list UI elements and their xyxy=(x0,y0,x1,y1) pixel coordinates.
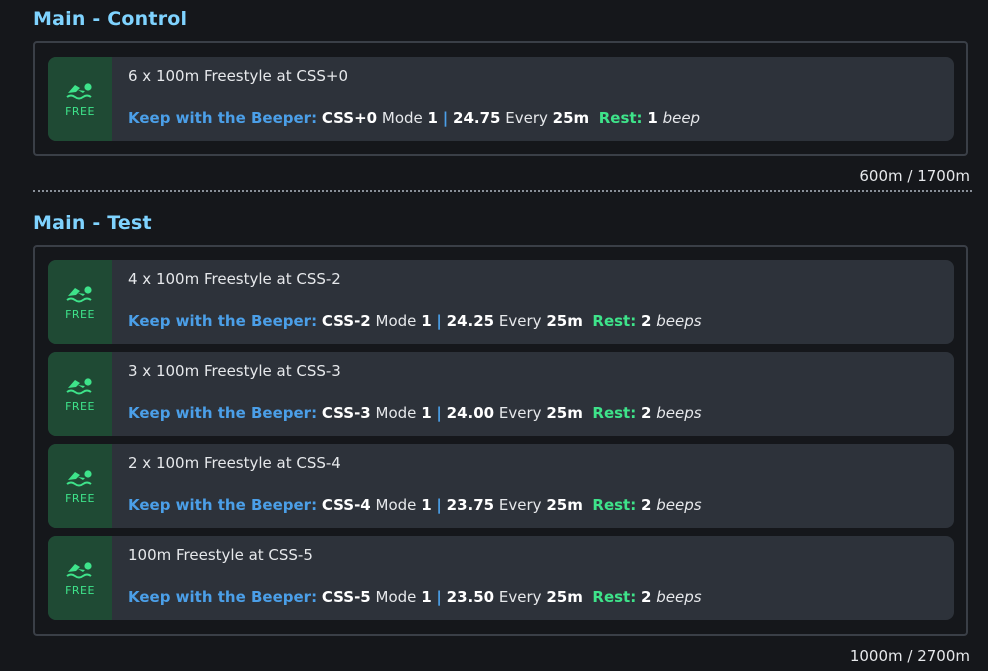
set-description: 100m Freestyle at CSS-5 xyxy=(128,546,313,564)
beeper-label: Keep with the Beeper: xyxy=(128,404,318,422)
css-value: CSS-4 xyxy=(321,496,371,514)
rest-unit: beeps xyxy=(656,404,702,422)
swimmer-icon xyxy=(66,82,92,99)
rest-unit: beeps xyxy=(656,312,702,330)
every-label: Every xyxy=(498,588,542,606)
rest-label: Rest: xyxy=(592,404,637,422)
stroke-badge: FREE xyxy=(48,57,112,141)
mode-label: Mode xyxy=(381,109,423,127)
set-row[interactable]: FREE 6 x 100m Freestyle at CSS+0 Keep wi… xyxy=(48,57,954,141)
rest-value: 1 xyxy=(647,109,658,127)
stroke-badge-label: FREE xyxy=(65,583,95,597)
beeper-instructions: Keep with the Beeper: CSS-3 Mode 1 | 24.… xyxy=(128,404,702,422)
section-divider xyxy=(33,190,972,192)
pace-value: 24.00 xyxy=(446,404,495,422)
stroke-badge-label: FREE xyxy=(65,307,95,321)
rest-unit: beeps xyxy=(656,588,702,606)
rest-unit: beeps xyxy=(656,496,702,514)
section-total-distance: 1000m / 2700m xyxy=(849,647,970,665)
beeper-label: Keep with the Beeper: xyxy=(128,312,318,330)
rest-label: Rest: xyxy=(598,109,643,127)
every-label: Every xyxy=(505,109,548,127)
pace-value: 24.25 xyxy=(446,312,495,330)
every-label: Every xyxy=(498,404,542,422)
set-group-main-test: FREE 4 x 100m Freestyle at CSS-2 Keep wi… xyxy=(33,245,968,636)
separator: | xyxy=(436,588,442,606)
stroke-badge: FREE xyxy=(48,536,112,620)
mode-value: 1 xyxy=(421,312,432,330)
mode-label: Mode xyxy=(375,312,417,330)
rest-label: Rest: xyxy=(592,312,637,330)
section-title-main-test: Main - Test xyxy=(33,212,152,234)
set-description: 3 x 100m Freestyle at CSS-3 xyxy=(128,362,341,380)
set-row[interactable]: FREE 2 x 100m Freestyle at CSS-4 Keep wi… xyxy=(48,444,954,528)
set-description: 2 x 100m Freestyle at CSS-4 xyxy=(128,454,341,472)
set-row[interactable]: FREE 100m Freestyle at CSS-5 Keep with t… xyxy=(48,536,954,620)
beeper-instructions: Keep with the Beeper: CSS-5 Mode 1 | 23.… xyxy=(128,588,702,606)
beeper-label: Keep with the Beeper: xyxy=(128,588,318,606)
section-title-main-control: Main - Control xyxy=(33,8,188,30)
set-group-main-control: FREE 6 x 100m Freestyle at CSS+0 Keep wi… xyxy=(33,41,968,156)
beeper-instructions: Keep with the Beeper: CSS-2 Mode 1 | 24.… xyxy=(128,312,702,330)
stroke-badge-label: FREE xyxy=(65,104,95,118)
swimmer-icon xyxy=(66,285,92,302)
swimmer-icon xyxy=(66,377,92,394)
stroke-badge-label: FREE xyxy=(65,491,95,505)
mode-label: Mode xyxy=(375,496,417,514)
stroke-badge-label: FREE xyxy=(65,399,95,413)
rest-value: 2 xyxy=(641,312,652,330)
section-total-distance: 600m / 1700m xyxy=(859,167,970,185)
every-value: 25m xyxy=(546,496,583,514)
mode-label: Mode xyxy=(375,588,417,606)
pace-value: 24.75 xyxy=(453,109,501,127)
mode-value: 1 xyxy=(421,404,432,422)
mode-value: 1 xyxy=(421,588,432,606)
rest-label: Rest: xyxy=(592,496,637,514)
swimmer-icon xyxy=(66,469,92,486)
stroke-badge: FREE xyxy=(48,352,112,436)
stroke-badge: FREE xyxy=(48,444,112,528)
css-value: CSS-2 xyxy=(321,312,371,330)
every-label: Every xyxy=(498,496,542,514)
mode-value: 1 xyxy=(427,109,438,127)
rest-unit: beep xyxy=(662,109,701,127)
rest-label: Rest: xyxy=(592,588,637,606)
beeper-instructions: Keep with the Beeper: CSS+0 Mode 1 | 24.… xyxy=(128,109,700,127)
set-row[interactable]: FREE 4 x 100m Freestyle at CSS-2 Keep wi… xyxy=(48,260,954,344)
separator: | xyxy=(436,496,442,514)
every-value: 25m xyxy=(546,312,583,330)
separator: | xyxy=(436,404,442,422)
beeper-instructions: Keep with the Beeper: CSS-4 Mode 1 | 23.… xyxy=(128,496,702,514)
separator: | xyxy=(442,109,449,127)
beeper-label: Keep with the Beeper: xyxy=(128,496,318,514)
rest-value: 2 xyxy=(641,404,652,422)
set-description: 4 x 100m Freestyle at CSS-2 xyxy=(128,270,341,288)
pace-value: 23.50 xyxy=(446,588,495,606)
mode-label: Mode xyxy=(375,404,417,422)
pace-value: 23.75 xyxy=(446,496,495,514)
every-label: Every xyxy=(498,312,542,330)
every-value: 25m xyxy=(552,109,590,127)
separator: | xyxy=(436,312,442,330)
every-value: 25m xyxy=(546,588,583,606)
set-row[interactable]: FREE 3 x 100m Freestyle at CSS-3 Keep wi… xyxy=(48,352,954,436)
set-description: 6 x 100m Freestyle at CSS+0 xyxy=(128,67,349,85)
rest-value: 2 xyxy=(641,496,652,514)
stroke-badge: FREE xyxy=(48,260,112,344)
css-value: CSS+0 xyxy=(321,109,378,127)
rest-value: 2 xyxy=(641,588,652,606)
css-value: CSS-5 xyxy=(321,588,371,606)
beeper-label: Keep with the Beeper: xyxy=(128,109,318,127)
css-value: CSS-3 xyxy=(321,404,371,422)
swimmer-icon xyxy=(66,561,92,578)
every-value: 25m xyxy=(546,404,583,422)
mode-value: 1 xyxy=(421,496,432,514)
